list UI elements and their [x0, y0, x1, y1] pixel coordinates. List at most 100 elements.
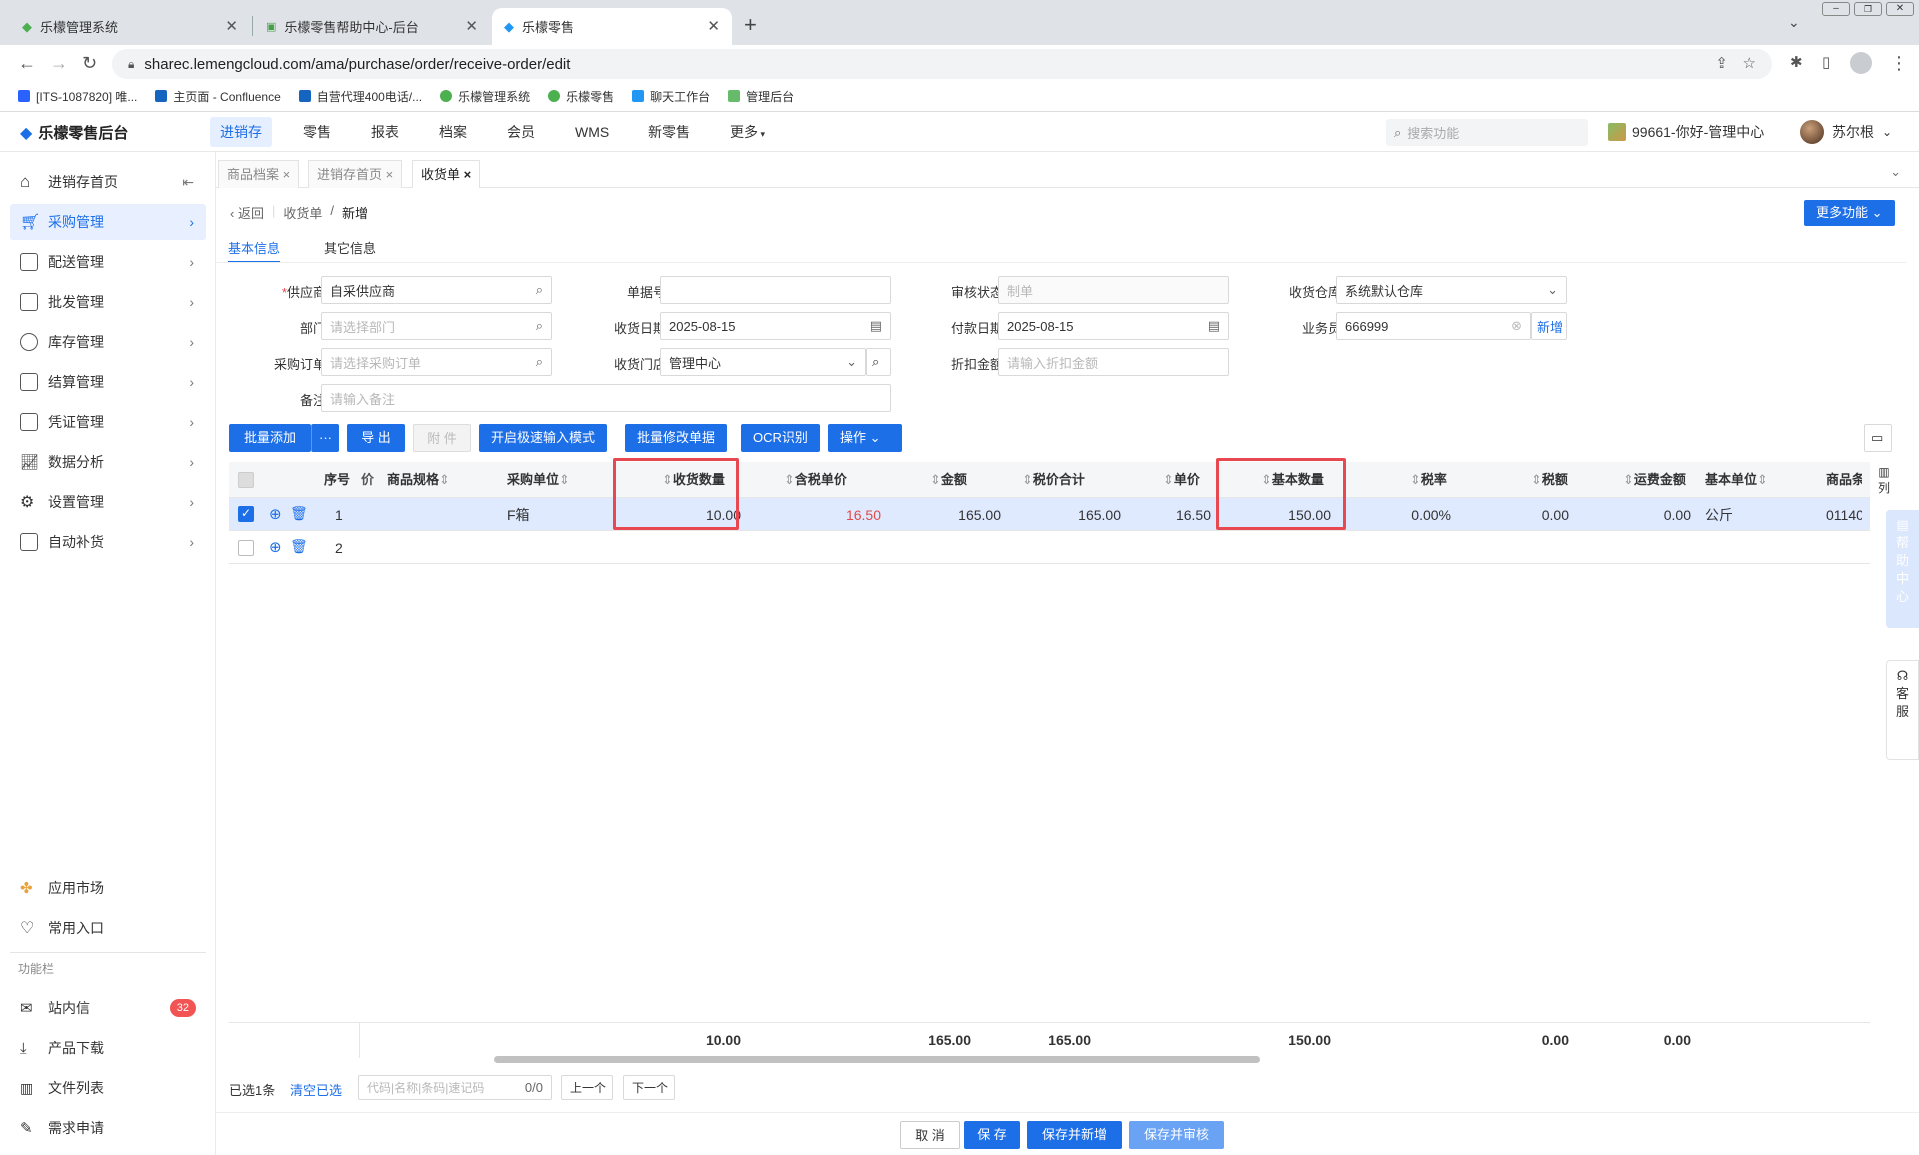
sidebar-item-inbox[interactable]: ✉︎ 站内信 32: [10, 990, 206, 1026]
topnav-wms[interactable]: WMS: [565, 117, 619, 147]
close-tab-icon[interactable]: ✕: [465, 17, 478, 35]
dept-field[interactable]: 请选择部门 ⌕: [321, 312, 552, 340]
store-select[interactable]: 管理中心 ⌄: [660, 348, 866, 376]
back-arrow-icon[interactable]: ←: [18, 53, 36, 74]
remark-field[interactable]: 请输入备注: [321, 384, 891, 412]
cancel-button[interactable]: 取 消: [900, 1121, 960, 1149]
batch-add-more-button[interactable]: ···: [311, 424, 339, 452]
bookmark-item[interactable]: [ITS-1087820] 唯...: [18, 88, 137, 105]
store-selector[interactable]: 99661-你好-管理中心: [1608, 122, 1764, 142]
sidebar-item-home[interactable]: ⌂ 进销存首页 ⇤: [10, 164, 206, 200]
ocr-button[interactable]: OCR识别: [741, 424, 820, 452]
cell-total[interactable]: 165.00: [1029, 499, 1121, 531]
bookmark-item[interactable]: 聊天工作台: [632, 88, 710, 105]
sidebar-item-files[interactable]: ▥ 文件列表: [10, 1070, 206, 1106]
column-settings-button[interactable]: ▥ 列: [1875, 464, 1893, 496]
sidebar-item-download[interactable]: ⤓ 产品下载: [10, 1030, 206, 1066]
sidebar-item-voucher[interactable]: 凭证管理 ›: [10, 404, 206, 440]
close-icon[interactable]: ×: [460, 167, 472, 182]
bookmark-item[interactable]: 自营代理400电话/...: [298, 88, 422, 105]
more-functions-button[interactable]: 更多功能 ⌄: [1804, 200, 1895, 226]
star-icon[interactable]: ☆: [1743, 54, 1756, 72]
function-search[interactable]: ⌕ 搜索功能: [1386, 119, 1588, 146]
sidebar-item-settlement[interactable]: 结算管理 ›: [10, 364, 206, 400]
col-tax-rate[interactable]: ⇕税率: [1410, 462, 1447, 498]
bookmark-item[interactable]: 管理后台: [728, 88, 794, 105]
col-unit[interactable]: 采购单位⇕: [507, 462, 570, 498]
table-row[interactable]: [229, 531, 1870, 564]
attachment-button[interactable]: 附 件: [413, 424, 471, 452]
add-row-icon[interactable]: ⊕: [269, 538, 282, 556]
sidebar-item-analysis[interactable]: 📈︎ 数据分析 ›: [10, 444, 206, 480]
col-price[interactable]: ⇕单价: [1163, 462, 1200, 498]
url-bar[interactable]: 🔒︎ sharec.lemengcloud.com/ama/purchase/o…: [112, 49, 1772, 79]
col-freight[interactable]: ⇕运费金额: [1623, 462, 1686, 498]
col-spec[interactable]: 商品规格⇕: [387, 462, 450, 498]
sidebar-item-distribution[interactable]: 配送管理 ›: [10, 244, 206, 280]
batch-add-button[interactable]: 批量添加: [229, 424, 311, 452]
tab-basic-info[interactable]: 基本信息: [228, 238, 281, 263]
po-field[interactable]: 请选择采购订单 ⌕: [321, 348, 552, 376]
browser-tab[interactable]: ▣ 乐檬零售帮助中心-后台 ✕: [254, 8, 490, 45]
collapse-sidebar-icon[interactable]: ⇤: [182, 174, 194, 191]
browser-tab-active[interactable]: ◆ 乐檬零售 ✕: [492, 8, 732, 45]
tab-other-info[interactable]: 其它信息: [324, 238, 376, 257]
forward-arrow-icon[interactable]: →: [50, 53, 68, 74]
page-tab-active[interactable]: 收货单 ×: [412, 160, 481, 188]
close-tab-icon[interactable]: ✕: [707, 17, 720, 35]
recv-date-picker[interactable]: 2025-08-15 ▤: [660, 312, 891, 340]
cell-tax-rate[interactable]: 0.00%: [1359, 499, 1451, 531]
col-base-unit[interactable]: 基本单位⇕: [1705, 462, 1768, 498]
profile-icon[interactable]: [1850, 52, 1872, 74]
col-total[interactable]: ⇕税价合计: [1022, 462, 1085, 498]
topnav-more[interactable]: 更多 ▾: [720, 117, 775, 147]
store-search-button[interactable]: ⌕: [866, 348, 891, 376]
app-logo[interactable]: ◆ 乐檬零售后台: [20, 122, 128, 143]
col-tax[interactable]: ⇕税额: [1531, 462, 1568, 498]
save-and-audit-button[interactable]: 保存并审核: [1129, 1121, 1224, 1149]
sidebar-item-inventory[interactable]: 库存管理 ›: [10, 324, 206, 360]
discount-field[interactable]: 请输入折扣金额: [998, 348, 1229, 376]
sidebar-item-favorites[interactable]: ♡ 常用入口: [10, 910, 206, 946]
help-center-tab[interactable]: ▤ 帮助中心: [1886, 510, 1919, 628]
menu-kebab-icon[interactable]: ⋮: [1890, 53, 1908, 74]
tab-search-icon[interactable]: ⌄: [1788, 14, 1800, 31]
tabs-dropdown-icon[interactable]: ⌄: [1890, 164, 1901, 180]
col-tax-price[interactable]: ⇕含税单价: [784, 462, 847, 498]
close-window-icon[interactable]: ✕: [1886, 2, 1914, 16]
col-amount[interactable]: ⇕金额: [930, 462, 967, 498]
clear-selected-link[interactable]: 清空已选: [290, 1080, 342, 1099]
cell-price[interactable]: 16.50: [1119, 499, 1211, 531]
topnav-archive[interactable]: 档案: [429, 117, 477, 147]
reload-icon[interactable]: ↻: [82, 53, 97, 74]
horizontal-scrollbar[interactable]: [494, 1056, 1260, 1063]
col-barcode[interactable]: 商品条码: [1826, 462, 1862, 498]
clear-icon[interactable]: ⊗: [1511, 318, 1522, 334]
sidebar-item-purchase[interactable]: 🛒︎ 采购管理 ›: [10, 204, 206, 240]
select-all-checkbox[interactable]: [238, 472, 254, 488]
sidebar-item-request[interactable]: ✎ 需求申请: [10, 1110, 206, 1146]
batch-modify-button[interactable]: 批量修改单据: [625, 424, 728, 452]
grid-search-input[interactable]: 代码|名称|条码|速记码 0/0: [358, 1075, 552, 1100]
breadcrumb-parent[interactable]: 收货单: [283, 203, 322, 222]
user-menu[interactable]: 苏尔根 ⌄: [1800, 120, 1892, 144]
row-checkbox[interactable]: ✓: [238, 506, 254, 522]
minimize-icon[interactable]: –: [1822, 2, 1850, 16]
row-checkbox[interactable]: [238, 540, 254, 556]
sidebar-item-wholesale[interactable]: 批发管理 ›: [10, 284, 206, 320]
topnav-retail[interactable]: 零售: [293, 117, 341, 147]
browser-tab[interactable]: ◆ 乐檬管理系统 ✕: [10, 8, 250, 45]
sidebar-item-settings[interactable]: ⚙︎ 设置管理 ›: [10, 484, 206, 520]
cell-tax-price[interactable]: 16.50: [789, 499, 881, 531]
layout-toggle-button[interactable]: ▭: [1864, 424, 1892, 452]
trash-icon[interactable]: 🗑︎: [290, 505, 308, 522]
back-link[interactable]: ‹ 返回: [230, 203, 264, 222]
export-button[interactable]: 导 出: [347, 424, 405, 452]
sidebar-item-app-market[interactable]: ✤ 应用市场: [10, 870, 206, 906]
save-button[interactable]: 保 存: [964, 1121, 1020, 1149]
col-seq[interactable]: 序号: [324, 462, 350, 498]
topnav-report[interactable]: 报表: [361, 117, 409, 147]
sidebar-item-replenish[interactable]: 自动补货 ›: [10, 524, 206, 560]
pay-date-picker[interactable]: 2025-08-15 ▤: [998, 312, 1229, 340]
close-tab-icon[interactable]: ✕: [225, 17, 238, 35]
